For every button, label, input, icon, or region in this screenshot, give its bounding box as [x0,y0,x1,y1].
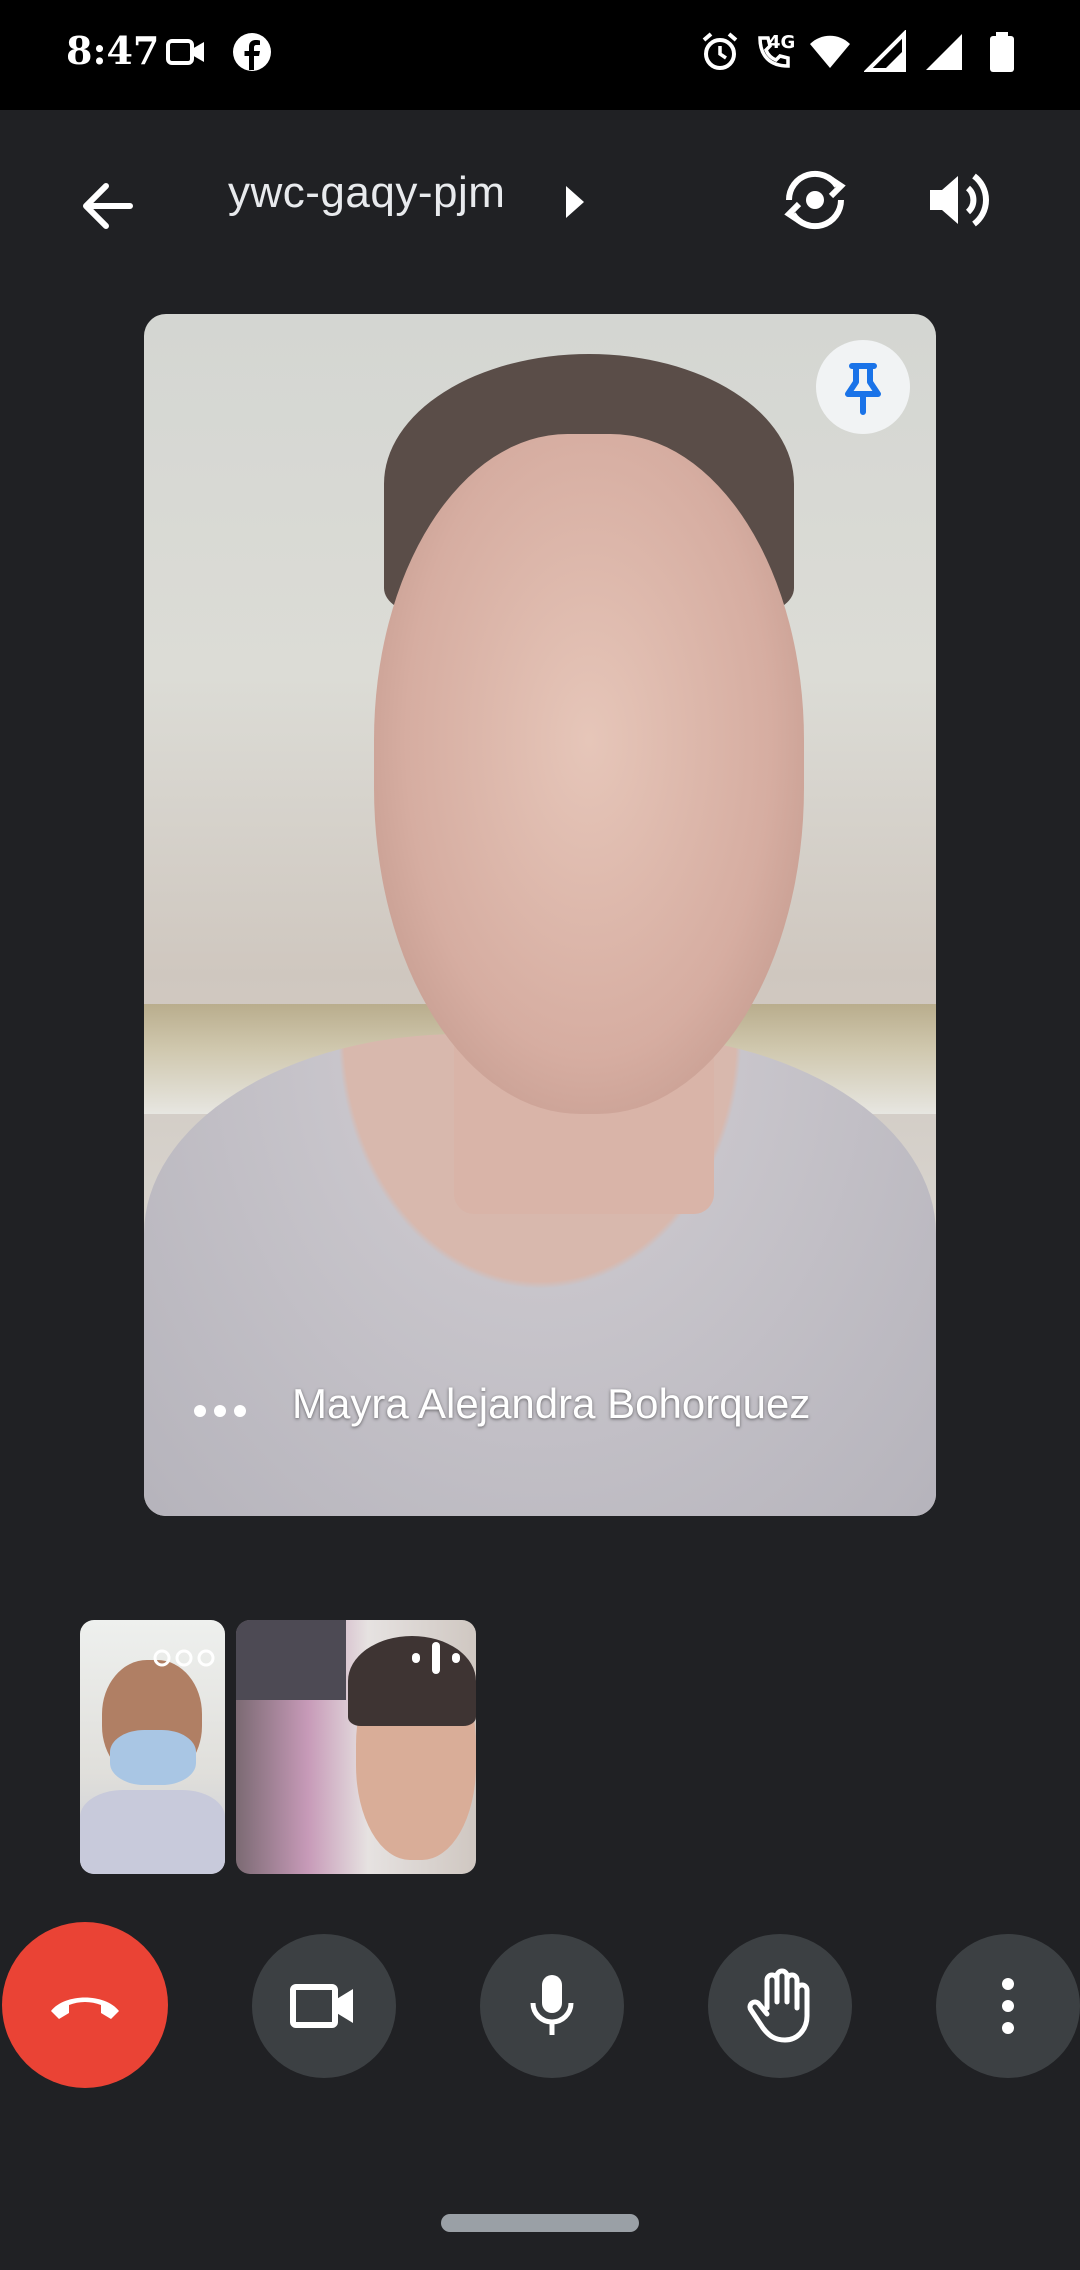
thumbnail-shirt [80,1790,225,1874]
signal-icon [926,34,962,70]
participant-thumbnail[interactable] [80,1620,225,1874]
pin-button[interactable] [816,340,910,434]
speaking-dots-icon [153,1649,215,1667]
more-horizontal-icon[interactable] [192,1396,248,1426]
battery-icon [990,32,1014,72]
meeting-header: ywc-gaqy-pjm [0,110,1080,280]
network-label: 4G [768,32,796,53]
phone-hangup-icon [51,1997,119,2019]
camera-toggle-button[interactable] [252,1934,396,2078]
participant-name: Mayra Alejandra Bohorquez [292,1380,811,1427]
hand-icon [747,1968,810,2043]
wifi-icon [810,35,850,68]
signal-icon [864,30,906,72]
main-participant-video[interactable]: Mayra Alejandra Bohorquez [144,314,936,1516]
raise-hand-button[interactable] [708,1934,852,2078]
home-indicator[interactable] [441,2214,639,2232]
participant-face [374,434,804,1114]
end-call-button[interactable] [2,1922,168,2088]
speaker-volume-icon[interactable] [920,160,1000,240]
video-camera-icon [166,39,204,65]
caret-right-icon[interactable] [560,180,590,224]
thumbnail-background [236,1620,346,1700]
thumbnail-mask [110,1730,196,1785]
microphone-icon [530,1975,574,2035]
alarm-icon [702,32,738,70]
audio-level-icon [412,1642,460,1674]
meeting-code[interactable]: ywc-gaqy-pjm [228,168,505,218]
more-options-button[interactable] [936,1934,1080,2078]
camera-flip-icon[interactable] [775,160,855,240]
arrow-left-icon[interactable] [70,166,150,246]
microphone-toggle-button[interactable] [480,1934,624,2078]
facebook-icon [233,33,271,71]
video-camera-icon [290,1984,353,2028]
status-time: 8:47 [66,28,160,73]
status-bar: 8:47 4G [0,0,1080,110]
participant-thumbnail[interactable] [236,1620,476,1874]
pin-icon [845,363,881,415]
more-vertical-icon [1002,1978,1014,2034]
